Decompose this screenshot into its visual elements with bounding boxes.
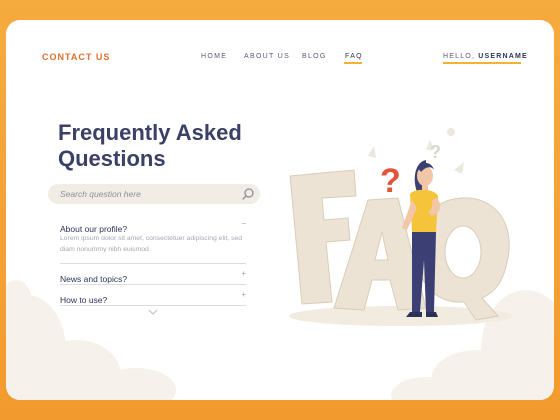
letter-q-hole	[444, 225, 482, 279]
divider	[60, 263, 246, 264]
nav-faq[interactable]: FAQ	[345, 53, 363, 60]
divider	[60, 284, 246, 285]
contact-us-logo[interactable]: CONTACT US	[42, 52, 110, 62]
expand-icon[interactable]: +	[241, 290, 246, 299]
search-input[interactable]: Search question here	[48, 184, 260, 204]
greeting-label: HELLO,	[443, 53, 479, 60]
search-icon[interactable]	[241, 187, 255, 201]
faq-question: How to use?	[60, 295, 108, 305]
expand-icon[interactable]: +	[241, 269, 246, 278]
question-mark-icon: ?	[380, 162, 401, 200]
divider	[60, 305, 246, 306]
username-label: USERNAME	[478, 53, 528, 60]
username-underline	[443, 62, 521, 64]
user-greeting[interactable]: HELLO, USERNAME	[443, 53, 528, 60]
nav-blog[interactable]: BLOG	[302, 53, 327, 60]
nav-faq-underline	[344, 62, 362, 64]
question-mark-small-icon: ?	[430, 142, 441, 162]
faq-question: News and topics?	[60, 274, 128, 284]
faq-illustration: ? ?	[289, 128, 513, 326]
collapse-icon[interactable]: −	[241, 219, 246, 228]
page-title-line2: Questions	[58, 146, 166, 171]
page-title: Frequently Asked Questions	[58, 120, 278, 172]
chevron-down-icon[interactable]	[148, 309, 158, 315]
page-title-line1: Frequently Asked	[58, 120, 242, 145]
nav-home[interactable]: HOME	[201, 53, 227, 60]
page-card: CONTACT US HOME ABOUT US BLOG FAQ HELLO,…	[6, 20, 554, 400]
nav-about-us[interactable]: ABOUT US	[244, 53, 290, 60]
search-placeholder: Search question here	[60, 189, 141, 199]
faq-answer: Lorem ipsum dolor sit amet, consectetuer…	[60, 235, 243, 253]
